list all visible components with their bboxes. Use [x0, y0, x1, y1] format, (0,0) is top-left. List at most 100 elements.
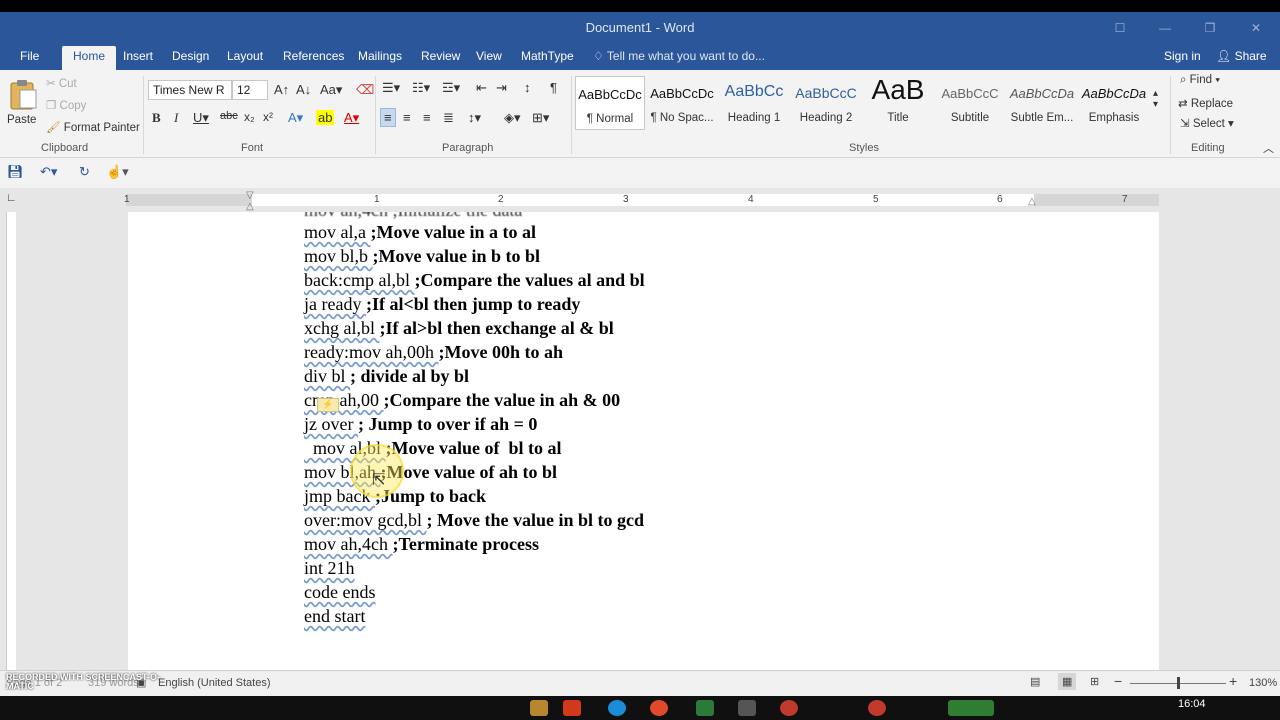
numbering-icon[interactable]: ☷▾	[412, 80, 430, 96]
tab-view[interactable]: View	[476, 49, 502, 63]
highlight-icon[interactable]: ab	[316, 110, 335, 125]
app-icon[interactable]	[738, 700, 756, 716]
italic-icon[interactable]: I	[174, 110, 178, 126]
text-effects-icon[interactable]: A▾	[288, 110, 303, 126]
close-button[interactable]: ✕	[1236, 18, 1276, 38]
tab-mathtype[interactable]: MathType	[521, 49, 574, 63]
code-line[interactable]: code ends	[304, 582, 375, 603]
save-icon[interactable]: 💾︎	[7, 164, 24, 180]
style-emphasis[interactable]: AaBbCcDa Emphasis	[1079, 76, 1149, 130]
subscript-icon[interactable]: x₂	[244, 110, 255, 124]
copy-button[interactable]: ❐ Copy	[46, 98, 86, 112]
code-line[interactable]: div bl ; divide al by bl	[304, 366, 469, 387]
tab-review[interactable]: Review	[421, 49, 460, 63]
tab-insert[interactable]: Insert	[123, 49, 153, 63]
indent-marker-icon[interactable]: ▽ △	[246, 190, 254, 212]
styles-more-icon[interactable]: ▴ ▾	[1153, 88, 1158, 110]
style-heading-2[interactable]: AaBbCcC Heading 2	[791, 76, 861, 130]
read-mode-icon[interactable]: ▤	[1030, 675, 1040, 688]
multilevel-list-icon[interactable]: ☲▾	[442, 80, 460, 96]
tell-me-box[interactable]: ♢ Tell me what you want to do...	[593, 49, 765, 63]
minimize-button[interactable]: —	[1145, 18, 1185, 38]
sign-in-link[interactable]: Sign in	[1164, 49, 1201, 63]
sort-icon[interactable]: ↕	[524, 80, 531, 95]
code-line[interactable]: cmp ah,00 ;Compare the value in ah & 00	[304, 390, 620, 411]
code-line[interactable]: mov al,a ;Move value in a to al	[304, 222, 536, 243]
zoom-level[interactable]: 130%	[1249, 677, 1277, 689]
code-line[interactable]: mov bl,ah ;Move value of ah to bl	[304, 462, 557, 483]
ribbon-display-button[interactable]: ☐	[1100, 18, 1140, 38]
find-button[interactable]: ⌕ Find ▾	[1180, 74, 1220, 87]
style-title[interactable]: AaB Title	[863, 74, 933, 130]
browser-icon[interactable]	[608, 700, 626, 716]
maximize-button[interactable]: ❐	[1190, 18, 1230, 38]
active-app-icon[interactable]	[948, 700, 994, 716]
code-line[interactable]: xchg al,bl ;If al>bl then exchange al & …	[304, 318, 614, 339]
code-line[interactable]: mov bl,b ;Move value in b to bl	[304, 246, 540, 267]
code-line[interactable]: jz over ; Jump to over if ah = 0	[304, 414, 537, 435]
align-center-icon[interactable]: ≡	[403, 110, 411, 125]
right-indent-marker-icon[interactable]: △	[1028, 196, 1036, 207]
clear-formatting-icon[interactable]: ⌫	[356, 82, 374, 98]
style-normal[interactable]: AaBbCcDc ¶ Normal	[575, 76, 645, 130]
align-right-icon[interactable]: ≡	[423, 110, 431, 125]
change-case-icon[interactable]: Aa▾	[320, 82, 342, 98]
tab-references[interactable]: References	[283, 49, 344, 63]
redo-icon[interactable]: ↻	[79, 164, 90, 180]
tab-design[interactable]: Design	[172, 49, 209, 63]
decrease-indent-icon[interactable]: ⇤	[476, 80, 487, 96]
document-page[interactable]: mov ah,4ch ;Initialize the data mov al,a…	[128, 212, 1159, 670]
tab-home[interactable]: Home	[62, 46, 117, 70]
share-button[interactable]: 👤︎ Share	[1216, 49, 1267, 63]
media-icon[interactable]	[780, 700, 798, 716]
shrink-font-icon[interactable]: A↓	[296, 82, 311, 97]
style-subtle-emphasis[interactable]: AaBbCcDa Subtle Em...	[1007, 76, 1077, 130]
code-line[interactable]: back:cmp al,bl ;Compare the values al an…	[304, 270, 645, 291]
code-line[interactable]: mov ah,4ch ;Terminate process	[304, 534, 539, 555]
paste-options-icon[interactable]: ⚡	[317, 398, 339, 412]
collapse-ribbon-icon[interactable]: ︿	[1263, 140, 1274, 156]
recorder-icon[interactable]	[868, 700, 886, 716]
tab-layout[interactable]: Layout	[227, 49, 263, 63]
excel-icon[interactable]	[696, 700, 714, 716]
touch-mode-icon[interactable]: ☝▾	[106, 164, 129, 180]
style-heading-1[interactable]: AaBbCc Heading 1	[719, 76, 789, 130]
format-painter-button[interactable]: 🖌︎ Format Painter	[46, 120, 140, 134]
replace-button[interactable]: ⇄ Replace	[1178, 96, 1233, 110]
chrome-icon[interactable]	[650, 700, 668, 716]
language-status[interactable]: English (United States)	[158, 677, 271, 689]
cut-button[interactable]: ✂ Cut	[46, 76, 77, 90]
select-button[interactable]: ⇲ Select ▾	[1180, 116, 1234, 130]
zoom-slider-thumb[interactable]	[1177, 677, 1180, 689]
code-line[interactable]: ready:mov ah,00h ;Move 00h to ah	[304, 342, 563, 363]
superscript-icon[interactable]: x²	[263, 110, 273, 124]
bullets-icon[interactable]: ☰▾	[382, 80, 400, 96]
bold-icon[interactable]: B	[152, 110, 161, 126]
code-line[interactable]: int 21h	[304, 558, 355, 579]
clock[interactable]: 16:04	[1178, 698, 1206, 710]
print-layout-icon[interactable]: ▦	[1058, 673, 1077, 690]
justify-icon[interactable]: ≣	[443, 110, 454, 126]
zoom-out-icon[interactable]: −	[1114, 673, 1122, 689]
pilcrow-icon[interactable]: ¶	[550, 80, 557, 95]
underline-icon[interactable]: U▾	[193, 110, 209, 126]
tab-selector-icon[interactable]: ∟	[6, 192, 17, 204]
office-icon[interactable]	[563, 700, 581, 716]
strikethrough-icon[interactable]: abc	[220, 110, 238, 122]
borders-icon[interactable]: ⊞▾	[532, 110, 549, 126]
font-size-box[interactable]: 12	[232, 80, 268, 100]
shading-icon[interactable]: ◈▾	[504, 110, 521, 126]
line-spacing-icon[interactable]: ↕▾	[468, 110, 481, 126]
tab-file[interactable]: File	[20, 49, 39, 63]
font-name-box[interactable]: Times New R	[148, 80, 232, 100]
code-line[interactable]: over:mov gcd,bl ; Move the value in bl t…	[304, 510, 644, 531]
web-layout-icon[interactable]: ⊞	[1090, 675, 1099, 688]
undo-icon[interactable]: ↶▾	[40, 164, 57, 180]
code-line[interactable]: ja ready ;If al<bl then jump to ready	[304, 294, 580, 315]
style-no-spacing[interactable]: AaBbCcDc ¶ No Spac...	[647, 76, 717, 130]
style-subtitle[interactable]: AaBbCcC Subtitle	[935, 76, 1005, 130]
file-explorer-icon[interactable]	[530, 700, 548, 716]
zoom-in-icon[interactable]: +	[1229, 673, 1237, 689]
align-left-icon[interactable]: ≡	[380, 108, 396, 127]
increase-indent-icon[interactable]: ⇥	[496, 80, 507, 96]
